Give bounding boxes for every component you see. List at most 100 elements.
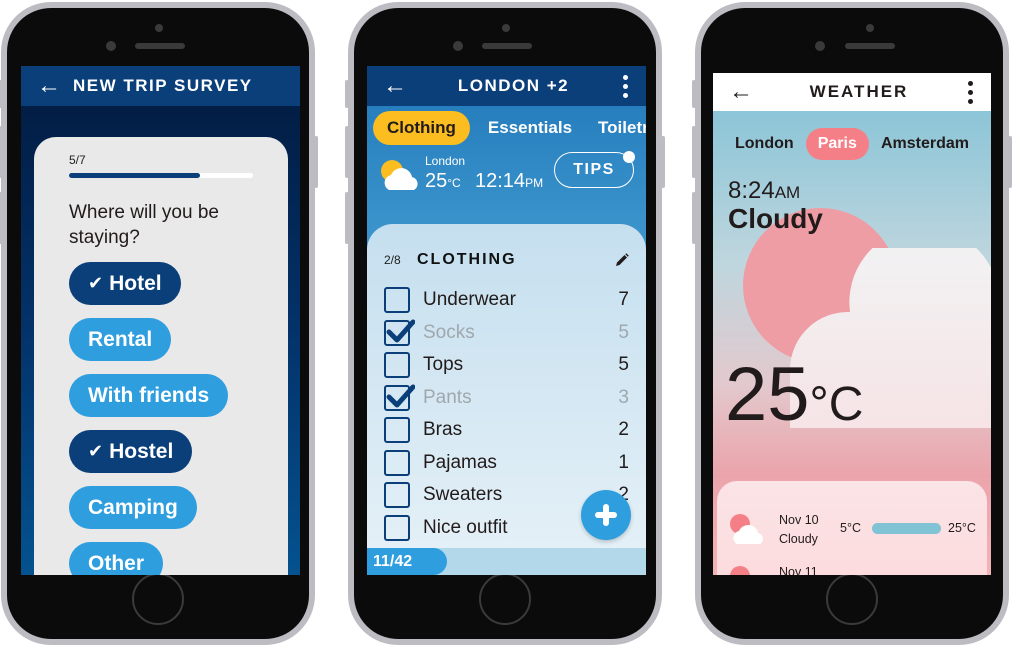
- weather-temp: 25°C: [425, 170, 461, 193]
- progress-fill: [69, 173, 201, 178]
- power-button: [1008, 136, 1012, 188]
- checkbox[interactable]: [384, 352, 410, 379]
- page-title: NEW TRIP SURVEY: [73, 76, 253, 95]
- item-quantity: 1: [618, 451, 629, 473]
- option-label: Hostel: [109, 439, 174, 463]
- temperature-range-bar: [872, 523, 941, 534]
- temp-value: 25: [725, 352, 810, 437]
- list-item[interactable]: Socks 5: [384, 317, 629, 350]
- list-item[interactable]: Pants 3: [384, 382, 629, 415]
- checkbox[interactable]: [384, 514, 410, 541]
- temp-unit: °C: [809, 378, 864, 431]
- tab-essentials[interactable]: Essentials: [480, 111, 580, 145]
- checkbox[interactable]: [384, 417, 410, 444]
- list-count: 2/8: [384, 253, 401, 267]
- local-time: 12:14PM: [475, 170, 543, 193]
- add-item-button[interactable]: [581, 490, 631, 540]
- time-suffix: AM: [774, 183, 801, 202]
- forecast-row: Nov 11: [717, 561, 987, 575]
- option-chip[interactable]: Other: [69, 542, 164, 575]
- page-title: WEATHER: [809, 82, 909, 101]
- item-label: Nice outfit: [423, 516, 508, 538]
- tab-clothing[interactable]: Clothing: [373, 111, 470, 145]
- time-value: 8:24: [728, 177, 775, 204]
- list-item[interactable]: Bras 2: [384, 414, 629, 447]
- checkmark-icon: [386, 384, 415, 408]
- partly-cloudy-icon: [381, 160, 418, 190]
- home-button[interactable]: [479, 573, 531, 625]
- option-chip[interactable]: ✔ Hostel: [69, 430, 193, 473]
- phone-weather: ← WEATHER London Paris Amsterdam 8:24AM Cl…: [692, 2, 1012, 645]
- tab-toiletries[interactable]: Toiletries: [590, 111, 646, 145]
- option-chip[interactable]: Camping: [69, 486, 197, 529]
- item-label: Pants: [423, 386, 472, 408]
- front-camera: [866, 24, 874, 32]
- checkbox[interactable]: [384, 319, 415, 346]
- kebab-menu-icon[interactable]: [620, 74, 630, 98]
- item-quantity: 5: [618, 354, 629, 376]
- forecast-high: 25°C: [948, 521, 976, 535]
- list-item[interactable]: Tops 5: [384, 349, 629, 382]
- checkbox[interactable]: [384, 482, 410, 509]
- forecast-date: Nov 11: [779, 563, 818, 575]
- checkbox[interactable]: [384, 287, 410, 314]
- plus-icon: [595, 504, 617, 526]
- home-button[interactable]: [132, 573, 184, 625]
- city-tab-paris[interactable]: Paris: [805, 128, 869, 160]
- item-label: Sweaters: [423, 484, 503, 506]
- survey-question: Where will you be staying?: [69, 202, 219, 248]
- earpiece-speaker: [482, 43, 532, 49]
- app-bar: ← LONDON +2: [367, 66, 646, 106]
- option-label: With friends: [88, 383, 210, 407]
- front-camera: [502, 24, 510, 32]
- app-bar: ← WEATHER: [713, 73, 991, 111]
- kebab-menu-icon[interactable]: [965, 80, 975, 104]
- list-item[interactable]: Pajamas 1: [384, 447, 629, 480]
- option-chip[interactable]: ✔ Hotel: [69, 262, 181, 305]
- option-chip[interactable]: With friends: [69, 374, 229, 417]
- city-tab-london[interactable]: London: [723, 128, 806, 160]
- current-temperature: 25°C: [725, 357, 863, 433]
- time-suffix: PM: [525, 176, 544, 190]
- arrow-left-icon[interactable]: ←: [37, 72, 67, 100]
- city-tabs: London Paris Amsterdam: [713, 111, 991, 177]
- temp-value: 25: [425, 170, 448, 192]
- city-tab-amsterdam[interactable]: Amsterdam: [869, 128, 981, 160]
- volume-down-button: [692, 192, 696, 244]
- option-list: ✔ Hotel Rental With friends ✔ Hostel Camping Ot…: [69, 262, 253, 575]
- home-button[interactable]: [826, 573, 878, 625]
- item-label: Underwear: [423, 289, 516, 311]
- forecast-date: Nov 10 Cloudy: [779, 511, 819, 549]
- volume-up-button: [345, 126, 349, 178]
- item-label: Bras: [423, 419, 463, 441]
- time-value: 12:14: [475, 170, 526, 192]
- pencil-icon[interactable]: [615, 253, 629, 267]
- forecast-day: Nov 10: [779, 513, 819, 527]
- checkbox[interactable]: [384, 449, 410, 476]
- item-quantity: 2: [618, 419, 629, 441]
- partly-cloudy-icon: [730, 514, 763, 544]
- checkmark-icon: ✔: [88, 441, 104, 461]
- arrow-left-icon[interactable]: ←: [729, 78, 753, 106]
- volume-down-button: [0, 192, 2, 244]
- temp-unit: °C: [447, 176, 461, 190]
- list-item[interactable]: Underwear 7: [384, 284, 629, 317]
- page-title: LONDON +2: [457, 76, 570, 95]
- phone-survey: ← NEW TRIP SURVEY 5/7 Where will you be …: [0, 2, 318, 645]
- survey-screen: ← NEW TRIP SURVEY 5/7 Where will you be …: [21, 66, 300, 575]
- item-quantity: 3: [618, 386, 629, 408]
- tips-button[interactable]: TIPS: [554, 151, 635, 188]
- power-button: [314, 136, 318, 188]
- arrow-left-icon[interactable]: ←: [383, 72, 407, 100]
- checkbox[interactable]: [384, 384, 415, 411]
- volume-up-button: [0, 126, 2, 178]
- front-camera: [155, 24, 163, 32]
- mute-switch: [0, 80, 2, 108]
- option-label: Rental: [88, 327, 153, 351]
- notification-dot: [623, 151, 635, 163]
- packing-screen: ← LONDON +2 Clothing Essentials Toiletries…: [367, 66, 646, 575]
- volume-up-button: [692, 126, 696, 178]
- option-chip[interactable]: Rental: [69, 318, 172, 361]
- sensor: [815, 41, 825, 51]
- weather-screen: ← WEATHER London Paris Amsterdam 8:24AM Cl…: [713, 73, 991, 575]
